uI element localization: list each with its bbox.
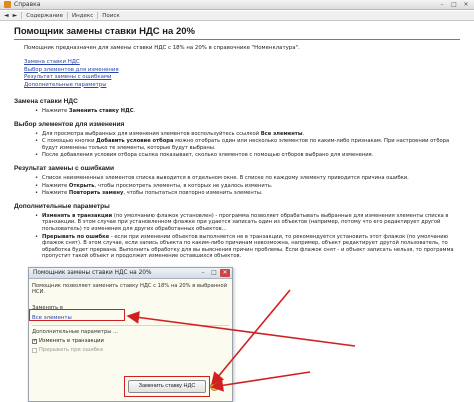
- section-heading: Выбор элементов для изменения: [14, 120, 125, 128]
- link-replace-vat[interactable]: Замена ставки НДС: [24, 59, 460, 67]
- section-list: Для просмотра выбранных для изменения эл…: [14, 131, 460, 159]
- list-item: После добавления условия отбора ссылка п…: [35, 152, 460, 159]
- window-titlebar: Справка – □ ✕: [0, 0, 474, 10]
- page-title: Помощник замены ставки НДС на 20%: [14, 26, 460, 40]
- form-minimize-button[interactable]: –: [198, 269, 208, 277]
- index-button[interactable]: Индекс: [72, 13, 93, 19]
- intro-text: Помощник предназначен для замены ставки …: [24, 45, 300, 51]
- search-button[interactable]: Поиск: [102, 13, 119, 19]
- link-result-errors[interactable]: Результат замены с ошибками: [24, 74, 460, 82]
- section-heading: Замена ставки НДС: [14, 98, 78, 105]
- transaction-checkbox-row[interactable]: ✓ Изменять в транзакции: [32, 338, 229, 344]
- list-item: Список неизмененных элементов списка выв…: [35, 175, 460, 182]
- contents-button[interactable]: Содержание: [26, 13, 63, 19]
- section-heading: Результат замены с ошибками: [14, 164, 115, 172]
- list-item: Нажмите Открыть, чтобы просмотреть элеме…: [35, 183, 460, 190]
- list-item: Изменять в транзакции (по умолчанию флаж…: [35, 213, 460, 233]
- section-heading: Дополнительные параметры: [14, 202, 110, 210]
- forward-arrow-icon[interactable]: ►: [13, 12, 18, 19]
- abort-checkbox-row[interactable]: Прерывать при ошибке: [32, 347, 229, 353]
- section-list: Нажмите Заменить ставку НДС.: [14, 108, 460, 115]
- highlight-all-elements: [29, 309, 125, 321]
- section-list: Список неизмененных элементов списка выв…: [14, 175, 460, 197]
- link-advanced-params[interactable]: Дополнительные параметры: [24, 82, 460, 90]
- form-titlebar: Помощник замены ставки НДС на 20% – □ ✕: [29, 268, 232, 279]
- window-controls: – □ ✕: [437, 1, 471, 8]
- list-item: Нажмите Заменить ставку НДС.: [35, 108, 460, 115]
- help-question-icon[interactable]: ?: [210, 382, 219, 391]
- form-title: Помощник замены ставки НДС на 20%: [33, 270, 152, 276]
- abort-checkbox-label: Прерывать при ошибке: [39, 347, 104, 353]
- close-button[interactable]: ✕: [461, 1, 471, 8]
- back-arrow-icon[interactable]: ◄: [4, 12, 9, 19]
- form-maximize-button[interactable]: □: [209, 269, 219, 277]
- advanced-params-toggle[interactable]: Дополнительные параметры ...: [32, 329, 229, 335]
- form-close-button[interactable]: ✕: [220, 269, 230, 277]
- divider: [32, 325, 229, 326]
- form-description: Помощник позволяет заменить ставку НДС с…: [32, 283, 228, 295]
- help-toolbar: ◄ ► Содержание Индекс Поиск: [0, 11, 474, 21]
- checkbox-checked-icon[interactable]: ✓: [32, 338, 37, 344]
- section-list: Изменять в транзакции (по умолчанию флаж…: [14, 213, 460, 260]
- section-links: Замена ставки НДС Выбор элементов для из…: [14, 59, 460, 89]
- minimize-button[interactable]: –: [437, 1, 447, 8]
- list-item: Нажмите Повторить замену, чтобы попытать…: [35, 190, 460, 197]
- list-item: Для просмотра выбранных для изменения эл…: [35, 131, 460, 138]
- link-select-elements[interactable]: Выбор элементов для изменения: [24, 67, 460, 75]
- toolbar-divider: [97, 12, 99, 19]
- list-item: Прерывать по ошибке - если при изменении…: [35, 234, 460, 260]
- help-app-icon: [4, 1, 11, 8]
- transaction-checkbox-label: Изменять в транзакции: [39, 338, 104, 344]
- help-sections: Замена ставки НДС Нажмите Заменить ставку…: [14, 98, 460, 260]
- toolbar-divider: [21, 12, 23, 19]
- form-window-controls: – □ ✕: [198, 269, 230, 277]
- replace-vat-button[interactable]: Заменить ставку НДС: [128, 380, 206, 393]
- toolbar-divider: [67, 12, 69, 19]
- maximize-button[interactable]: □: [449, 1, 459, 8]
- checkbox-unchecked-icon[interactable]: [32, 347, 37, 353]
- window-title: Справка: [14, 1, 41, 8]
- list-item: С помощью кнопки Добавить условие отбора…: [35, 138, 460, 151]
